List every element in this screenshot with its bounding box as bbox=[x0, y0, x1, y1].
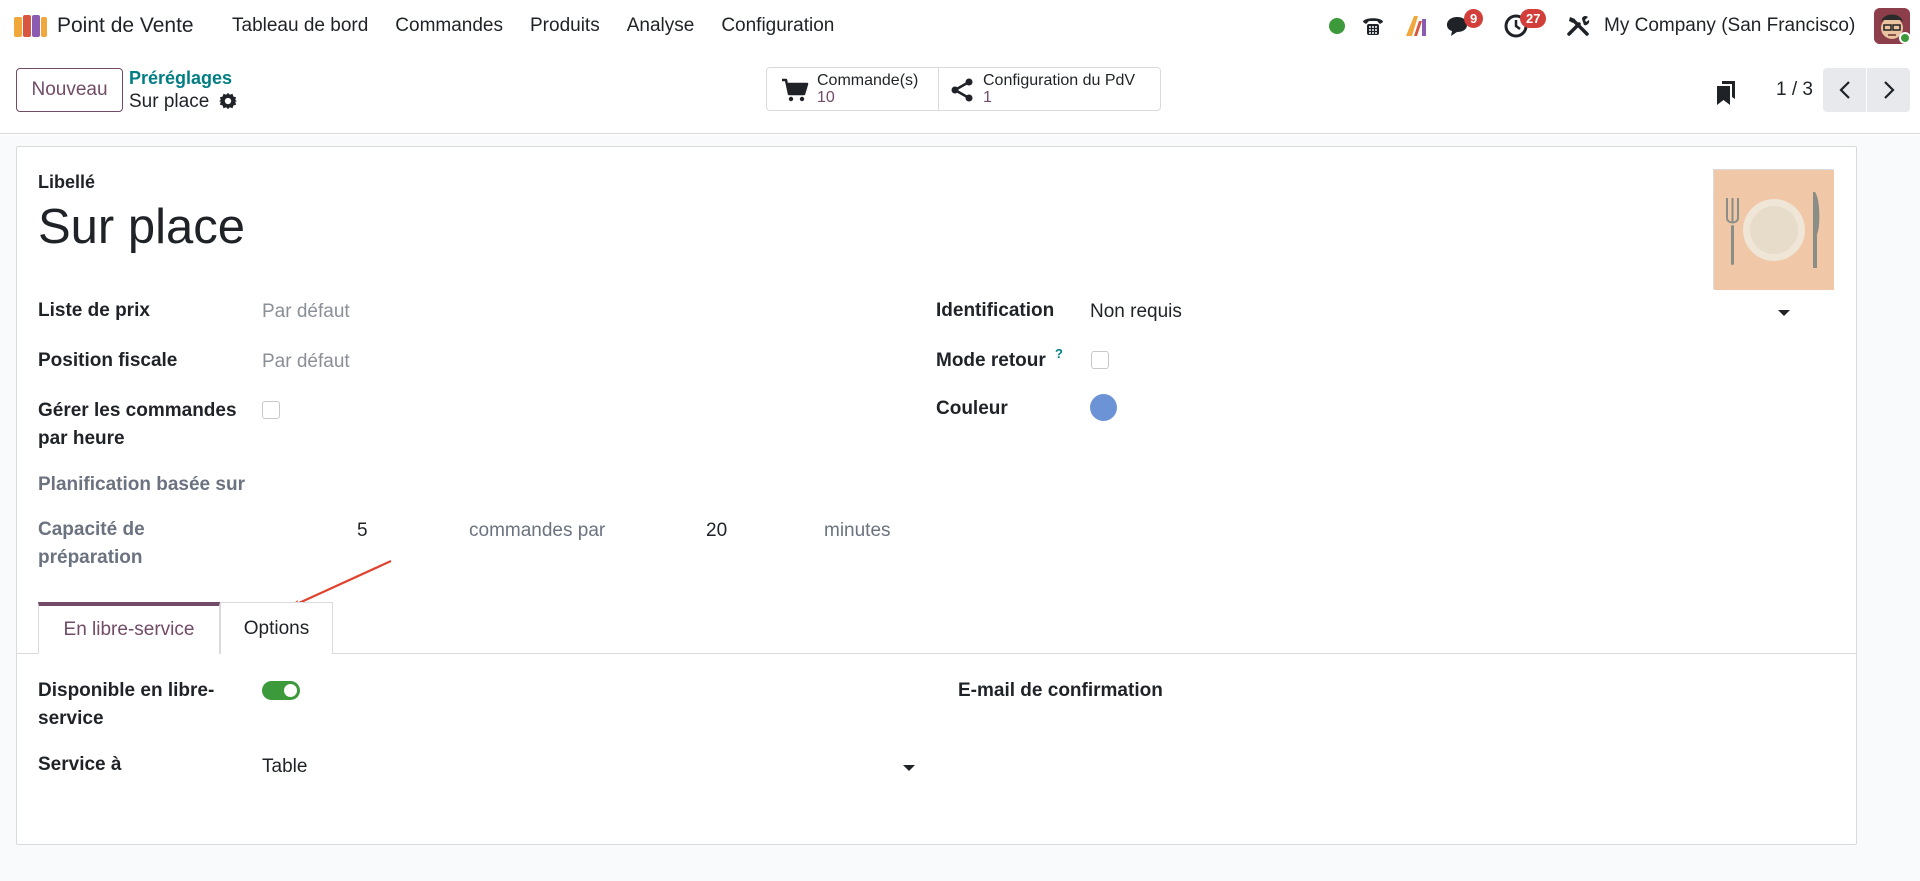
orders-smart-button[interactable]: Commande(s) 10 bbox=[767, 68, 939, 110]
tab-options[interactable]: Options bbox=[220, 602, 333, 654]
service-at-dropdown-icon[interactable] bbox=[903, 765, 915, 771]
confirmation-email-label: E-mail de confirmation bbox=[958, 680, 1163, 701]
chevron-left-icon bbox=[1838, 81, 1850, 99]
color-label: Couleur bbox=[936, 398, 1008, 419]
return-mode-checkbox[interactable] bbox=[1091, 351, 1109, 369]
pager-previous-button[interactable] bbox=[1823, 68, 1866, 112]
preset-image[interactable] bbox=[1713, 169, 1834, 290]
service-at-field[interactable]: Table bbox=[262, 756, 307, 778]
return-mode-label: Mode retour bbox=[936, 350, 1046, 371]
capacity-orders-field[interactable]: 5 bbox=[357, 520, 368, 542]
color-picker[interactable] bbox=[1090, 394, 1117, 421]
gear-icon[interactable] bbox=[219, 92, 237, 110]
pager-value[interactable]: 1 / 3 bbox=[1776, 79, 1813, 101]
pos-logo-icon[interactable] bbox=[12, 13, 48, 39]
name-caption: Libellé bbox=[38, 172, 96, 192]
new-button[interactable]: Nouveau bbox=[16, 68, 123, 112]
identification-label: Identification bbox=[936, 300, 1055, 321]
company-switcher[interactable]: My Company (San Francisco) bbox=[1604, 15, 1855, 37]
app-name[interactable]: Point de Vente bbox=[57, 14, 194, 38]
hourly-orders-label: Gérer les commandes bbox=[38, 400, 237, 421]
online-status-icon bbox=[1329, 18, 1345, 34]
top-navbar: Point de Vente Tableau de bord Commandes… bbox=[0, 0, 1920, 52]
breadcrumb-current: Sur place bbox=[129, 91, 210, 112]
fiscal-position-label: Position fiscale bbox=[38, 350, 178, 371]
tab-self-service[interactable]: En libre-service bbox=[38, 602, 220, 654]
menu-item-analysis[interactable]: Analyse bbox=[627, 15, 695, 37]
pos-config-smart-title: Configuration du PdV bbox=[983, 72, 1136, 89]
menu-item-products[interactable]: Produits bbox=[530, 15, 600, 37]
cart-icon bbox=[782, 78, 809, 102]
pricelist-field[interactable]: Par défaut bbox=[262, 301, 350, 323]
hourly-orders-label-2: par heure bbox=[38, 428, 125, 449]
service-at-label: Service à bbox=[38, 754, 122, 775]
avatar-status-icon bbox=[1899, 32, 1911, 44]
bookmark-icon[interactable] bbox=[1715, 80, 1737, 106]
breadcrumb-parent[interactable]: Préréglages bbox=[129, 68, 232, 89]
pos-config-smart-button[interactable]: Configuration du PdV 1 bbox=[939, 68, 1160, 110]
orders-smart-value: 10 bbox=[817, 89, 835, 106]
control-panel: Nouveau Préréglages Sur place Commande(s… bbox=[0, 52, 1920, 134]
menu-item-configuration[interactable]: Configuration bbox=[721, 15, 834, 37]
capacity-minutes-field[interactable]: 20 bbox=[706, 520, 727, 542]
orders-smart-title: Commande(s) bbox=[817, 72, 919, 89]
pricelist-label: Liste de prix bbox=[38, 300, 150, 321]
capacity-label-2: préparation bbox=[38, 547, 143, 568]
share-icon bbox=[951, 78, 973, 102]
tools-icon[interactable] bbox=[1565, 13, 1591, 39]
self-service-label: Disponible en libre- bbox=[38, 680, 215, 701]
fiscal-position-field[interactable]: Par défaut bbox=[262, 351, 350, 373]
identification-dropdown-icon[interactable] bbox=[1778, 310, 1790, 316]
capacity-per-text: commandes par bbox=[469, 520, 606, 541]
hourly-orders-checkbox[interactable] bbox=[262, 401, 280, 419]
identification-field[interactable]: Non requis bbox=[1090, 301, 1182, 323]
toggle-knob bbox=[284, 684, 297, 697]
main-menu: Tableau de bord Commandes Produits Analy… bbox=[232, 15, 861, 37]
phone-icon[interactable] bbox=[1360, 13, 1386, 39]
pager-next-button[interactable] bbox=[1867, 68, 1910, 112]
self-service-toggle[interactable] bbox=[262, 681, 300, 700]
minutes-text: minutes bbox=[824, 520, 891, 541]
messages-badge: 9 bbox=[1464, 9, 1484, 28]
capacity-label: Capacité de bbox=[38, 519, 145, 540]
activities-badge: 27 bbox=[1520, 9, 1547, 28]
record-title[interactable]: Sur place bbox=[38, 199, 245, 255]
smart-buttons: Commande(s) 10 Configuration du PdV 1 bbox=[766, 67, 1161, 111]
planning-label: Planification basée sur bbox=[38, 474, 245, 495]
chevron-right-icon bbox=[1883, 81, 1895, 99]
form-sheet bbox=[16, 146, 1857, 845]
plate-image bbox=[1714, 170, 1834, 290]
help-icon[interactable]: ? bbox=[1055, 346, 1063, 361]
self-service-label-2: service bbox=[38, 708, 104, 729]
menu-item-dashboard[interactable]: Tableau de bord bbox=[232, 15, 368, 37]
pos-config-smart-value: 1 bbox=[983, 89, 992, 106]
menu-item-orders[interactable]: Commandes bbox=[395, 15, 503, 37]
ai-icon[interactable] bbox=[1403, 13, 1429, 39]
